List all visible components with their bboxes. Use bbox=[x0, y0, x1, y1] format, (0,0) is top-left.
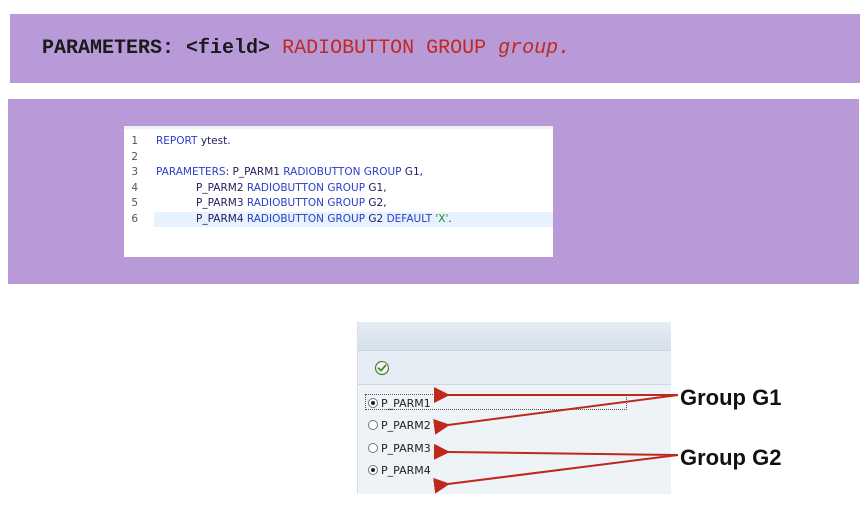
radio-label: P_PARM2 bbox=[381, 418, 431, 432]
radio-label: P_PARM3 bbox=[381, 441, 431, 455]
group-placeholder: group. bbox=[498, 37, 571, 60]
editor-top-strip bbox=[124, 126, 553, 129]
code-line: P_PARM4 RADIOBUTTON GROUP G2 DEFAULT 'X'… bbox=[154, 211, 553, 227]
code-keyword: RADIOBUTTON GROUP bbox=[246, 197, 366, 209]
code-line: P_PARM2 RADIOBUTTON GROUP G1, bbox=[154, 181, 553, 197]
line-number: 5 bbox=[131, 197, 138, 209]
execute-icon[interactable] bbox=[374, 360, 390, 376]
radio-button[interactable] bbox=[368, 420, 378, 430]
radio-label: P_PARM1 bbox=[381, 396, 431, 410]
code-banner: 1 2 3 4 5 6 REPORT ytest. PARAMETERS: P_PARM1… bbox=[8, 99, 859, 284]
selection-screen-titlebar bbox=[358, 322, 671, 351]
code-keyword: RADIOBUTTON GROUP bbox=[246, 181, 366, 194]
code-keyword: DEFAULT bbox=[386, 212, 433, 225]
code-lines[interactable]: REPORT ytest. PARAMETERS: P_PARM1 RADIOB… bbox=[154, 134, 553, 227]
code-text: . bbox=[448, 212, 452, 225]
code-string: 'X' bbox=[435, 212, 449, 225]
syntax-statement: PARAMETERS: <field> RADIOBUTTON GROUP gr… bbox=[42, 37, 570, 60]
code-keyword: RADIOBUTTON GROUP bbox=[246, 212, 366, 225]
code-text: : P_PARM1 bbox=[225, 166, 284, 178]
radio-label: P_PARM4 bbox=[381, 463, 431, 477]
radio-option-parm1[interactable]: P_PARM1 bbox=[368, 395, 431, 411]
line-number: 3 bbox=[131, 166, 138, 178]
radio-option-parm2[interactable]: P_PARM2 bbox=[368, 417, 431, 433]
code-text: P_PARM3 bbox=[156, 197, 247, 209]
group-g1-label: Group G1 bbox=[680, 385, 782, 410]
field-placeholder: <field> bbox=[186, 37, 271, 60]
radio-option-parm3[interactable]: P_PARM3 bbox=[368, 440, 431, 456]
syntax-banner: PARAMETERS: <field> RADIOBUTTON GROUP gr… bbox=[10, 14, 860, 83]
line-number: 2 bbox=[131, 150, 138, 163]
code-keyword: RADIOBUTTON GROUP bbox=[283, 166, 402, 178]
code-text: P_PARM2 bbox=[156, 181, 247, 194]
code-keyword: PARAMETERS bbox=[156, 166, 226, 178]
code-line: PARAMETERS: P_PARM1 RADIOBUTTON GROUP G1… bbox=[154, 165, 553, 181]
group-g2-label: Group G2 bbox=[680, 445, 782, 470]
radio-button[interactable] bbox=[368, 398, 378, 408]
code-text: G2, bbox=[365, 197, 387, 209]
line-number: 1 bbox=[131, 135, 138, 147]
code-keyword: REPORT bbox=[156, 135, 198, 147]
radiobutton-group-keyword: RADIOBUTTON GROUP bbox=[282, 37, 487, 60]
line-number: 6 bbox=[131, 212, 138, 225]
code-text: G1, bbox=[365, 181, 387, 194]
selection-screen: P_PARM1 P_PARM2 P_PARM3 P_PARM4 bbox=[357, 322, 671, 494]
radio-option-parm4[interactable]: P_PARM4 bbox=[368, 462, 431, 478]
line-number-gutter: 1 2 3 4 5 6 bbox=[124, 134, 144, 227]
parameters-keyword: PARAMETERS: bbox=[42, 37, 175, 60]
code-line: REPORT ytest. bbox=[154, 134, 553, 150]
line-number: 4 bbox=[131, 181, 138, 194]
selection-screen-toolbar bbox=[358, 351, 671, 385]
selection-screen-body: P_PARM1 P_PARM2 P_PARM3 P_PARM4 bbox=[358, 385, 671, 494]
radio-button[interactable] bbox=[368, 465, 378, 475]
code-text: G1, bbox=[401, 166, 423, 178]
abap-code-editor[interactable]: 1 2 3 4 5 6 REPORT ytest. PARAMETERS: P_PARM1… bbox=[124, 126, 553, 257]
code-text: P_PARM4 bbox=[156, 212, 247, 225]
code-text: ytest. bbox=[197, 135, 231, 147]
code-text: G2 bbox=[365, 212, 387, 225]
code-line: P_PARM3 RADIOBUTTON GROUP G2, bbox=[154, 196, 553, 212]
radio-button[interactable] bbox=[368, 443, 378, 453]
